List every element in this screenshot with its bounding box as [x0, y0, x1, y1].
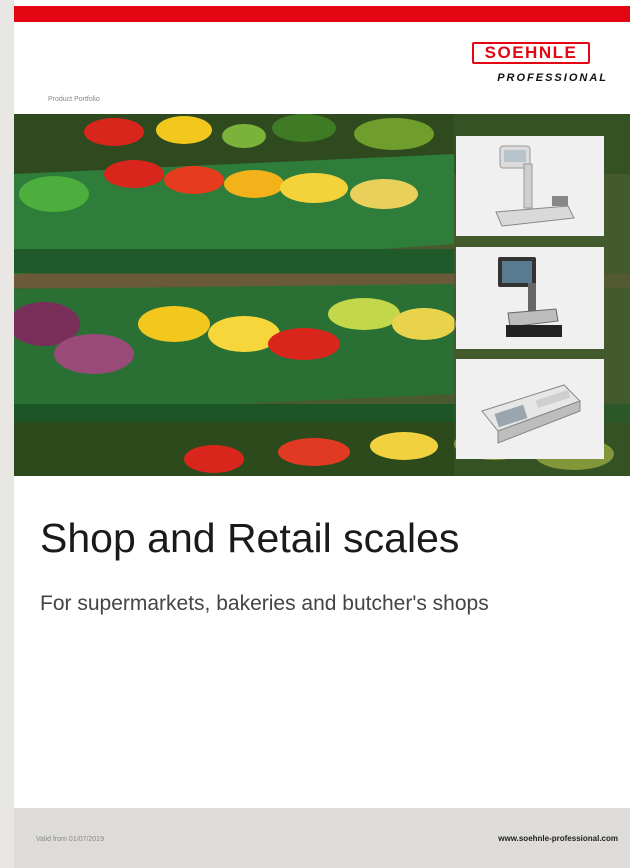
website-link[interactable]: www.soehnle-professional.com [498, 834, 618, 843]
logo-name: SOEHNLE [484, 43, 578, 62]
valid-from-text: Valid from 01/07/2019 [36, 836, 104, 843]
brand-logo: SOEHNLE PROFESSIONAL [458, 42, 608, 92]
logo-subtitle: PROFESSIONAL [497, 72, 608, 84]
portfolio-label: Product Portfolio [48, 96, 100, 103]
scale-icon [456, 247, 604, 349]
scale-thumbnail-3 [456, 359, 604, 459]
scale-thumbnail-1 [456, 136, 604, 236]
brochure-cover: SOEHNLE PROFESSIONAL Product Portfolio S… [14, 0, 630, 868]
produce-shelf-photo [14, 114, 630, 476]
cover-subtitle: For supermarkets, bakeries and butcher's… [40, 592, 489, 615]
scale-icon [456, 136, 604, 236]
logo-box: SOEHNLE [472, 42, 590, 64]
footer-bar: Valid from 01/07/2019 www.soehnle-profes… [14, 808, 630, 868]
scale-thumbnail-2 [456, 247, 604, 349]
scale-icon [456, 359, 604, 459]
top-accent-bar [14, 6, 630, 22]
cover-title: Shop and Retail scales [40, 515, 460, 561]
